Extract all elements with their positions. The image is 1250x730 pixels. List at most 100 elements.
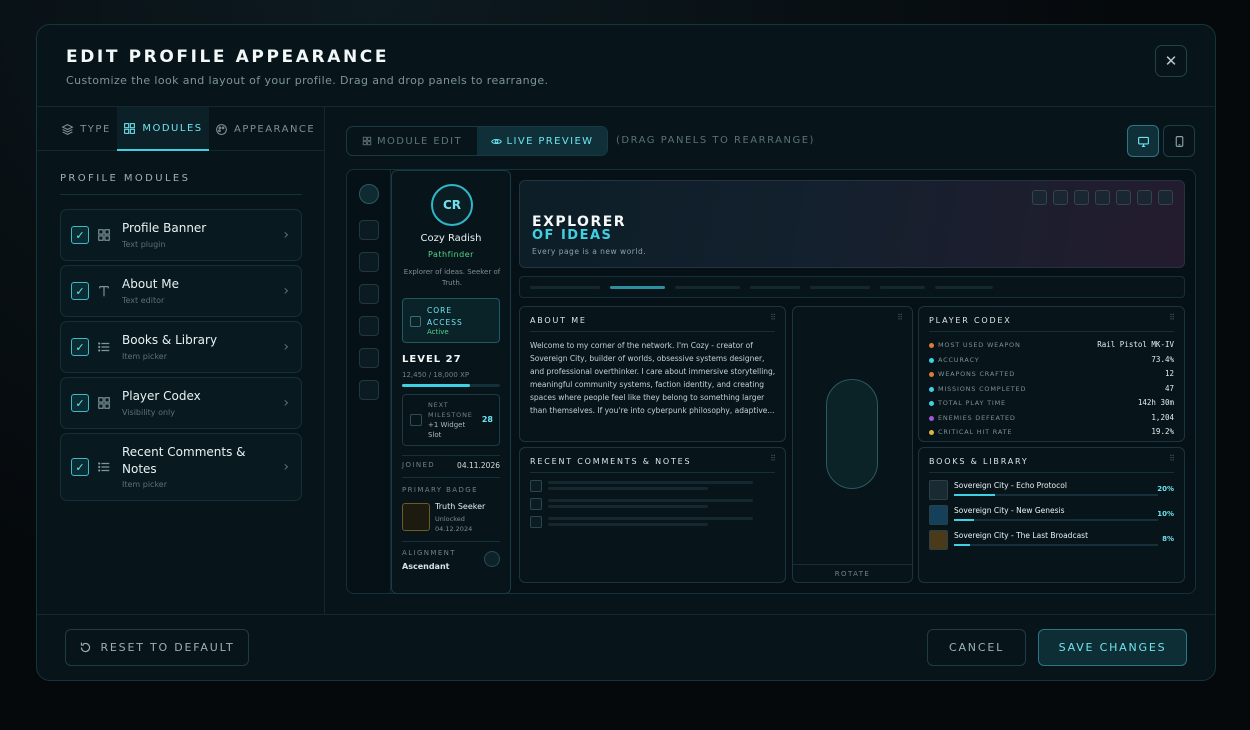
modal-subtitle: Customize the look and layout of your pr…: [66, 74, 549, 87]
module-name: Profile Banner: [122, 221, 207, 235]
book-row[interactable]: Sovereign City - New Genesis 10%: [929, 505, 1174, 527]
core-access-status: Active: [427, 328, 449, 336]
next-milestone: NEXT MILESTONE +1 Widget Slot 28: [402, 394, 500, 446]
drag-handle-icon[interactable]: ⠿: [1169, 454, 1176, 463]
banner-slot-icon[interactable]: [1158, 190, 1173, 205]
tab-modules-label: MODULES: [142, 122, 203, 134]
reset-button[interactable]: RESET TO DEFAULT: [65, 629, 249, 666]
module-checkbox[interactable]: ✓: [71, 282, 89, 300]
xp-bar: [402, 384, 500, 387]
chevron-right-icon: ›: [283, 459, 289, 475]
text-icon: [99, 286, 109, 297]
banner-slot-icon[interactable]: [1095, 190, 1110, 205]
module-name: About Me: [122, 277, 180, 291]
banner-slot-icon[interactable]: [1074, 190, 1089, 205]
module-edit-toggle[interactable]: MODULE EDIT: [347, 127, 477, 155]
module-list: ✓ Profile Banner Text plugin › ✓ About M…: [60, 209, 302, 505]
rail-slot-icon[interactable]: [359, 348, 379, 368]
comment-placeholder: [530, 480, 542, 492]
character-model[interactable]: [826, 379, 878, 489]
codex-label: ACCURACY: [938, 355, 980, 364]
module-checkbox[interactable]: ✓: [71, 394, 89, 412]
module-about-me[interactable]: ✓ About Me Text editor ›: [60, 265, 302, 317]
rail-slot-icon[interactable]: [359, 316, 379, 336]
tab-appearance[interactable]: APPEARANCE: [215, 107, 323, 151]
module-checkbox[interactable]: ✓: [71, 338, 89, 356]
banner-slot-icon[interactable]: [1032, 190, 1047, 205]
panel-title: PLAYER CODEX: [929, 316, 1012, 325]
module-books-library[interactable]: ✓ Books & Library Item picker ›: [60, 321, 302, 373]
desktop-view-button[interactable]: [1127, 125, 1159, 157]
tab-modules[interactable]: MODULES: [117, 107, 209, 151]
banner-slot-icon[interactable]: [1116, 190, 1131, 205]
drag-handle-icon[interactable]: ⠿: [770, 313, 777, 322]
banner-line2: OF IDEAS: [532, 228, 613, 243]
nav-segment: [880, 286, 925, 289]
module-profile-banner[interactable]: ✓ Profile Banner Text plugin ›: [60, 209, 302, 261]
module-player-codex[interactable]: ✓ Player Codex Visibility only ›: [60, 377, 302, 429]
module-recent-comments[interactable]: ✓ Recent Comments & Notes Item picker ›: [60, 433, 302, 501]
book-cover-icon: [929, 480, 948, 500]
chevron-right-icon: ›: [283, 283, 289, 299]
divider: [929, 331, 1174, 332]
book-progress-bar: [954, 519, 1158, 521]
book-progress-fill: [954, 544, 971, 546]
drag-handle-icon[interactable]: ⠿: [770, 454, 777, 463]
player-codex-panel[interactable]: PLAYER CODEX ⠿ MOST USED WEAPON Rail Pist…: [918, 306, 1185, 442]
about-me-panel[interactable]: ABOUT ME ⠿ Welcome to my corner of the n…: [519, 306, 786, 442]
rail-slot-icon[interactable]: [359, 284, 379, 304]
codex-value: 73.4%: [1151, 354, 1174, 364]
cancel-button[interactable]: CANCEL: [927, 629, 1026, 666]
xp-text: 12,450 / 18,000 XP: [402, 371, 470, 379]
book-percent: 10%: [1157, 510, 1174, 518]
rail-avatar-icon[interactable]: [359, 184, 379, 204]
status-dot-icon: [929, 386, 934, 392]
drag-handle-icon[interactable]: ⠿: [1169, 313, 1176, 322]
model-viewer-panel[interactable]: ⠿ ROTATE: [792, 306, 913, 583]
grid-icon: [362, 136, 372, 146]
recent-comments-panel[interactable]: RECENT COMMENTS & NOTES ⠿: [519, 447, 786, 583]
book-row[interactable]: Sovereign City - Echo Protocol 20%: [929, 480, 1174, 502]
profile-modules-heading: PROFILE MODULES: [60, 173, 191, 184]
codex-row: CRITICAL HIT RATE 19.2%: [929, 426, 1174, 440]
codex-value: 1,204: [1151, 412, 1174, 422]
profile-banner[interactable]: EXPLORER OF IDEAS Every page is a new wo…: [519, 180, 1185, 268]
banner-slot-icon[interactable]: [1053, 190, 1068, 205]
module-edit-label: MODULE EDIT: [376, 135, 463, 147]
book-row[interactable]: Sovereign City - The Last Broadcast 8%: [929, 530, 1174, 552]
live-preview-toggle[interactable]: LIVE PREVIEW: [477, 127, 607, 155]
modal-title: EDIT PROFILE APPEARANCE: [66, 47, 390, 67]
module-checkbox[interactable]: ✓: [71, 458, 89, 476]
comment-line: [548, 517, 753, 520]
edit-profile-modal: EDIT PROFILE APPEARANCE Customize the lo…: [36, 24, 1216, 681]
module-sub: Visibility only: [122, 408, 175, 417]
rail-slot-icon[interactable]: [359, 380, 379, 400]
status-dot-icon: [929, 372, 934, 377]
module-checkbox[interactable]: ✓: [71, 226, 89, 244]
save-label: SAVE CHANGES: [1058, 641, 1167, 654]
codex-row: MISSIONS COMPLETED 47: [929, 383, 1174, 397]
codex-value: 12: [1164, 369, 1174, 378]
rail-slot-icon[interactable]: [359, 220, 379, 240]
save-changes-button[interactable]: SAVE CHANGES: [1038, 629, 1187, 666]
mobile-view-button[interactable]: [1163, 125, 1195, 157]
palette-icon: [216, 123, 227, 135]
drag-hint: (DRAG PANELS TO REARRANGE): [616, 135, 815, 146]
tab-type[interactable]: TYPE: [51, 107, 121, 151]
module-name: Recent Comments & Notes: [122, 445, 246, 476]
rail-slot-icon[interactable]: [359, 252, 379, 272]
book-progress-fill: [954, 494, 995, 496]
core-access-checkbox: [410, 316, 421, 327]
nav-strip[interactable]: [519, 276, 1185, 298]
rotate-button[interactable]: ROTATE: [793, 564, 912, 582]
divider: [402, 477, 500, 478]
banner-slot-icon[interactable]: [1137, 190, 1152, 205]
drag-handle-icon[interactable]: ⠿: [897, 313, 904, 322]
status-dot-icon: [929, 357, 934, 363]
comment-line: [548, 523, 708, 526]
divider: [929, 472, 1174, 473]
chevron-right-icon: ›: [283, 395, 289, 411]
close-button[interactable]: ✕: [1155, 45, 1187, 77]
modal-header: EDIT PROFILE APPEARANCE Customize the lo…: [37, 25, 1215, 107]
books-library-panel[interactable]: BOOKS & LIBRARY ⠿ Sovereign City - Echo …: [918, 447, 1185, 583]
